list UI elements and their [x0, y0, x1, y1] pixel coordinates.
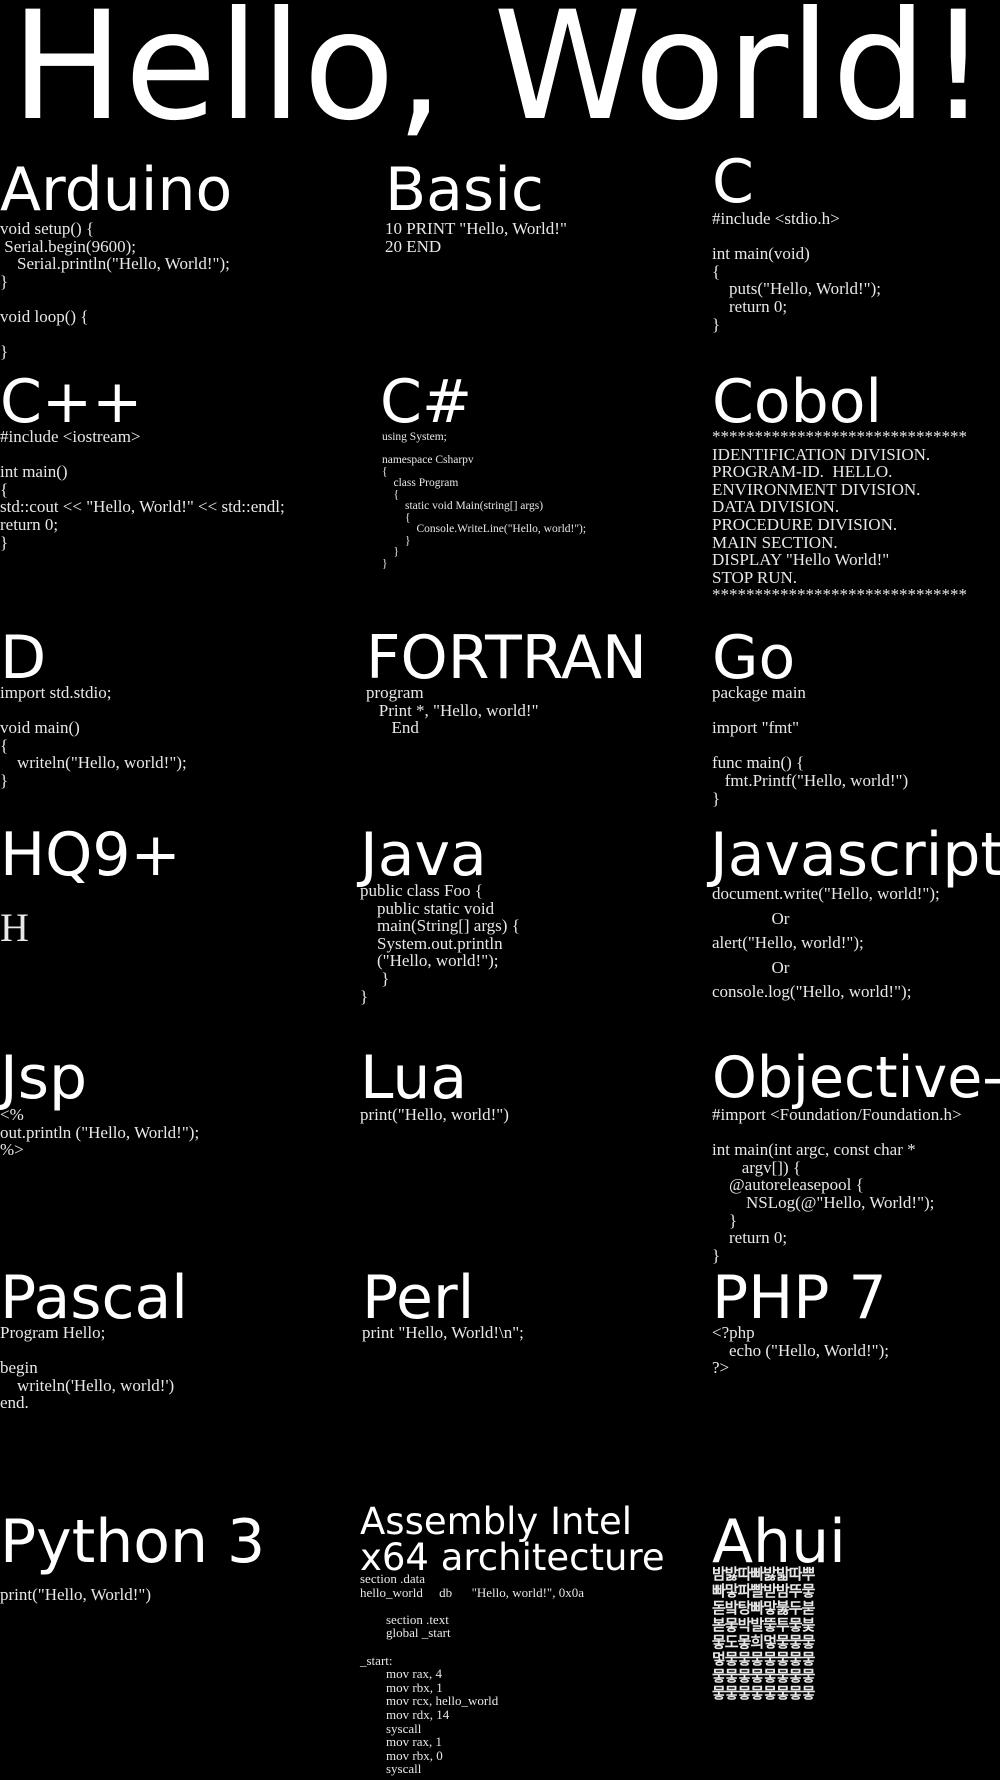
code-csharp: using System; namespace Csharpv { class … — [382, 431, 587, 570]
code-php7: <?php echo ("Hello, World!"); ?> — [712, 1323, 889, 1378]
code-jsp: <% out.println ("Hello, World!"); %> — [0, 1105, 200, 1160]
code-fortran: program Print *, "Hello, world!" End — [366, 683, 539, 738]
lang-title-php7: PHP 7 — [712, 1263, 887, 1333]
code-cobol: ****************************** IDENTIFIC… — [712, 427, 967, 605]
lang-title-cpp: C++ — [0, 367, 143, 437]
lang-title-d: D — [0, 623, 47, 693]
lang-title-cobol: Cobol — [712, 367, 883, 437]
code-c: #include <stdio.h> int main(void) { puts… — [712, 209, 881, 334]
lang-title-assembly: Assembly Intel x64 architecture — [360, 1500, 665, 1579]
code-d: import std.stdio; void main() { writeln(… — [0, 683, 187, 790]
lang-title-lua: Lua — [360, 1043, 468, 1113]
lang-title-csharp: C# — [380, 367, 473, 437]
code-cpp: #include <iostream> int main() { std::co… — [0, 427, 285, 552]
code-lua: print("Hello, world!") — [360, 1105, 509, 1124]
code-python3: print("Hello, World!") — [0, 1585, 151, 1604]
code-javascript: document.write("Hello, world!"); Or aler… — [712, 884, 940, 1001]
lang-title-ahui: Ahui — [712, 1507, 846, 1577]
lang-title-pascal: Pascal — [0, 1263, 188, 1333]
code-java: public class Foo { public static void ma… — [360, 881, 520, 1006]
page-title: Hello, World! — [10, 0, 990, 154]
code-basic: 10 PRINT "Hello, World!" 20 END — [385, 219, 567, 256]
lang-title-go: Go — [712, 623, 796, 693]
code-pascal: Program Hello; begin writeln('Hello, wor… — [0, 1323, 175, 1413]
lang-title-basic: Basic — [385, 155, 544, 225]
lang-title-perl: Perl — [362, 1263, 475, 1333]
lang-title-c: C — [712, 147, 754, 217]
lang-title-arduino: Arduino — [0, 155, 233, 225]
lang-title-objective-c: Objective-C — [712, 1045, 1000, 1111]
lang-title-fortran: FORTRAN — [366, 623, 647, 693]
code-objective-c: #import <Foundation/Foundation.h> int ma… — [712, 1105, 962, 1265]
lang-title-python3: Python 3 — [0, 1507, 266, 1577]
code-ahui: 밤밣따빠밣밟따뿌 빠맣파빨받밤뚜뭏 돋밬탕빠맣붏두붇 볻뫃박발뚷투뭏붖 뫃도뫃희… — [712, 1565, 815, 1702]
code-assembly: section .data hello_world db "Hello, wor… — [360, 1571, 584, 1777]
code-perl: print "Hello, World!\n"; — [362, 1323, 524, 1342]
code-go: package main import "fmt" func main() { … — [712, 683, 909, 808]
lang-title-hq9plus: HQ9+ — [0, 820, 181, 890]
lang-title-jsp: Jsp — [0, 1043, 88, 1113]
code-arduino: void setup() { Serial.begin(9600); Seria… — [0, 219, 230, 362]
lang-title-javascript: Javascript — [710, 820, 1000, 890]
lang-title-java: Java — [360, 820, 487, 890]
code-hq9plus: H — [0, 905, 29, 950]
